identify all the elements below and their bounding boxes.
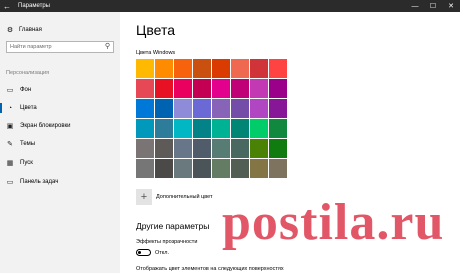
transparency-toggle-row: Откл. <box>136 249 169 256</box>
toggle-knob <box>138 251 141 254</box>
windows-colors-label: Цвета Windows <box>136 50 176 56</box>
sidebar-item-label: Пуск <box>20 160 33 166</box>
color-swatch[interactable] <box>269 119 287 138</box>
color-swatch[interactable] <box>174 139 192 158</box>
color-swatch[interactable] <box>250 139 268 158</box>
color-swatch[interactable] <box>231 79 249 98</box>
color-swatch[interactable] <box>269 79 287 98</box>
color-swatch[interactable] <box>193 139 211 158</box>
sidebar-item-label: Панель задач <box>20 179 59 185</box>
search-placeholder: Найти параметр <box>10 44 52 50</box>
transparency-state: Откл. <box>155 249 170 256</box>
color-swatch[interactable] <box>231 59 249 78</box>
color-swatch[interactable] <box>155 59 173 78</box>
color-swatch[interactable] <box>155 99 173 118</box>
maximize-button[interactable]: ☐ <box>424 0 442 12</box>
gear-icon: ⚙ <box>6 27 14 34</box>
brush-icon: ✎ <box>7 141 13 148</box>
color-swatch[interactable] <box>136 59 154 78</box>
sidebar-item-colors[interactable]: ◔ Цвета <box>0 100 120 116</box>
color-swatch[interactable] <box>174 119 192 138</box>
color-swatch[interactable] <box>136 119 154 138</box>
color-swatch[interactable] <box>193 99 211 118</box>
color-swatch[interactable] <box>250 119 268 138</box>
sidebar-item-taskbar[interactable]: ▭ Панель задач <box>0 174 120 190</box>
color-swatch[interactable] <box>174 59 192 78</box>
color-swatch[interactable] <box>231 159 249 178</box>
color-swatch[interactable] <box>136 139 154 158</box>
palette-icon: ◔ <box>7 104 13 112</box>
watermark: postila.ru <box>222 194 445 251</box>
custom-color-label: Дополнительный цвет <box>156 194 213 200</box>
window-title: Параметры <box>18 3 50 9</box>
other-settings-title: Другие параметры <box>136 221 210 231</box>
color-swatch[interactable] <box>212 159 230 178</box>
sidebar-item-label: Темы <box>20 141 36 147</box>
color-swatch[interactable] <box>231 119 249 138</box>
color-swatch[interactable] <box>193 119 211 138</box>
monitor-icon: ▣ <box>6 123 14 130</box>
color-swatch[interactable] <box>250 59 268 78</box>
sidebar-item-lock-screen[interactable]: ▣ Экран блокировки <box>0 118 120 134</box>
search-icon: ⚲ <box>104 43 110 50</box>
color-swatch[interactable] <box>193 59 211 78</box>
color-swatch[interactable] <box>174 159 192 178</box>
search-input[interactable]: Найти параметр ⚲ <box>6 41 114 53</box>
color-swatch[interactable] <box>269 159 287 178</box>
color-swatch[interactable] <box>193 79 211 98</box>
taskbar-icon: ▭ <box>6 179 14 186</box>
accent-surfaces-label: Отображать цвет элементов на следующих п… <box>136 266 284 272</box>
sidebar-item-label: Цвета <box>20 105 37 111</box>
color-swatch[interactable] <box>155 139 173 158</box>
sidebar: ⚙ Главная Найти параметр ⚲ Персонализаци… <box>0 12 120 273</box>
color-swatch-grid <box>136 59 288 179</box>
color-swatch[interactable] <box>269 59 287 78</box>
sidebar-item-label: Экран блокировки <box>20 123 71 129</box>
sidebar-home[interactable]: ⚙ Главная <box>6 26 42 34</box>
color-swatch[interactable] <box>212 119 230 138</box>
sidebar-item-label: Фон <box>20 87 32 93</box>
sidebar-item-start[interactable]: ▦ Пуск <box>0 155 120 171</box>
color-swatch[interactable] <box>193 159 211 178</box>
transparency-toggle[interactable] <box>136 249 151 256</box>
color-swatch[interactable] <box>155 79 173 98</box>
plus-icon: + <box>136 189 152 205</box>
sidebar-item-themes[interactable]: ✎ Темы <box>0 136 120 152</box>
minimize-button[interactable]: — <box>406 0 424 12</box>
color-swatch[interactable] <box>155 119 173 138</box>
color-swatch[interactable] <box>212 99 230 118</box>
title-bar: ← Параметры — ☐ ✕ <box>0 0 460 12</box>
color-swatch[interactable] <box>136 79 154 98</box>
close-button[interactable]: ✕ <box>442 0 460 12</box>
color-swatch[interactable] <box>174 99 192 118</box>
color-swatch[interactable] <box>269 99 287 118</box>
sidebar-home-label: Главная <box>19 27 42 33</box>
color-swatch[interactable] <box>212 79 230 98</box>
start-icon: ▦ <box>6 160 14 167</box>
color-swatch[interactable] <box>231 99 249 118</box>
page-title: Цвета <box>136 22 175 38</box>
color-swatch[interactable] <box>250 99 268 118</box>
custom-color-button[interactable]: + Дополнительный цвет <box>136 189 213 205</box>
color-swatch[interactable] <box>174 79 192 98</box>
color-swatch[interactable] <box>250 159 268 178</box>
color-swatch[interactable] <box>136 99 154 118</box>
sidebar-item-background[interactable]: ▭ Фон <box>0 82 120 98</box>
color-swatch[interactable] <box>155 159 173 178</box>
color-swatch[interactable] <box>231 139 249 158</box>
transparency-label: Эффекты прозрачности <box>136 239 198 245</box>
color-swatch[interactable] <box>250 79 268 98</box>
back-arrow-icon[interactable]: ← <box>0 0 14 12</box>
color-swatch[interactable] <box>269 139 287 158</box>
color-swatch[interactable] <box>212 139 230 158</box>
color-swatch[interactable] <box>212 59 230 78</box>
section-label: Персонализация <box>6 70 50 76</box>
color-swatch[interactable] <box>136 159 154 178</box>
image-icon: ▭ <box>6 87 14 94</box>
